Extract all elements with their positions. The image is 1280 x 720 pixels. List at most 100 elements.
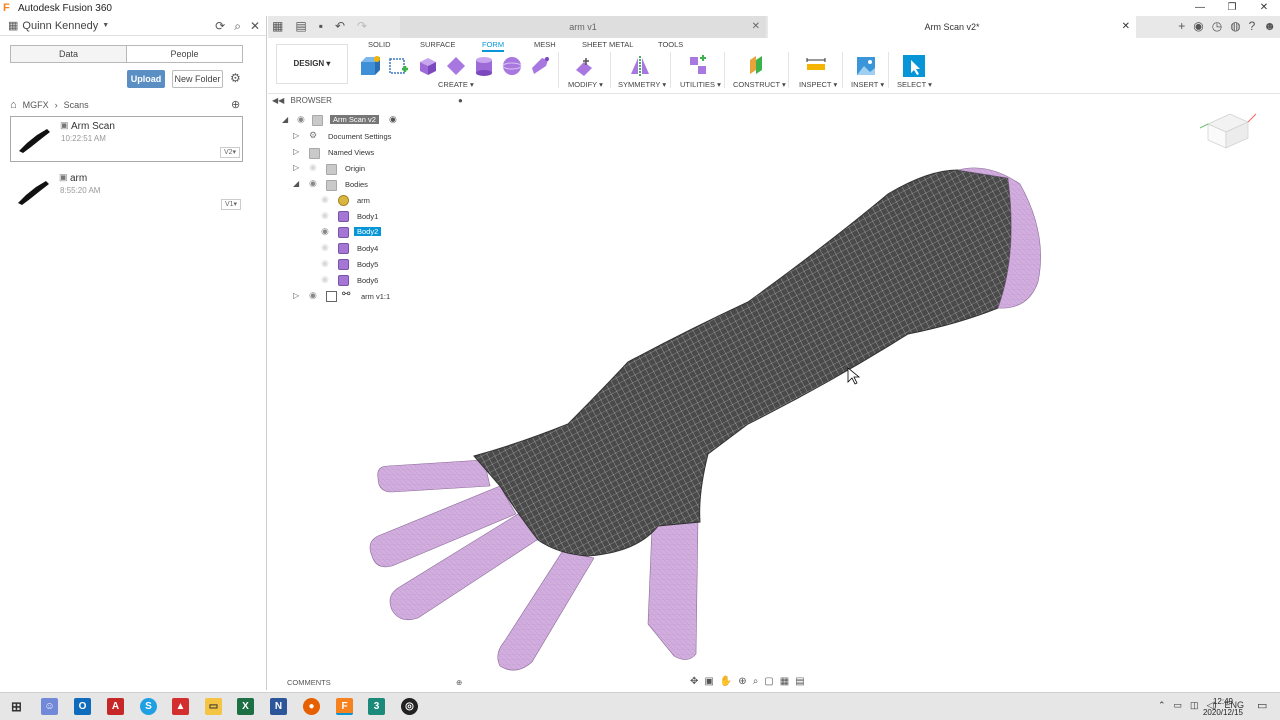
zoom-icon[interactable]: ⌕ [753, 676, 759, 687]
document-settings-item[interactable]: Document Settings [328, 132, 391, 141]
close-icon[interactable]: ✕ [1248, 0, 1280, 16]
expand-icon[interactable]: ▷ [293, 131, 299, 140]
root-component[interactable]: Arm Scan v2 [330, 115, 379, 124]
origin-item[interactable]: Origin [345, 164, 365, 173]
tab-arm-v1[interactable]: arm v1 ✕ [400, 16, 766, 38]
bodies-item[interactable]: Bodies [345, 180, 368, 189]
look-at-icon[interactable]: ▣ [704, 676, 713, 687]
outlook-icon[interactable]: O [74, 698, 91, 715]
wifi-icon[interactable]: ◫ [1190, 700, 1199, 711]
visibility-icon[interactable]: ◉ [321, 194, 329, 205]
select-menu[interactable]: SELECT ▾ [897, 80, 932, 89]
version-badge[interactable]: V2▾ [220, 147, 240, 158]
utilities-menu[interactable]: UTILITIES ▾ [680, 80, 721, 89]
restore-icon[interactable]: ❐ [1216, 0, 1248, 16]
job-status-icon[interactable]: ◷ [1212, 19, 1222, 33]
grid-settings-icon[interactable]: ▦ [780, 676, 789, 687]
tab-data[interactable]: Data [11, 46, 127, 62]
expand-icon[interactable]: ▷ [293, 147, 299, 156]
chevron-down-icon[interactable]: ▼ [102, 22, 109, 29]
gear-icon[interactable]: ⚙ [230, 71, 241, 85]
collapse-icon[interactable]: ◀◀ [272, 96, 284, 105]
cylinder-icon[interactable] [472, 54, 496, 78]
repair-body-icon[interactable] [686, 54, 710, 78]
new-folder-button[interactable]: New Folder [172, 70, 223, 88]
close-panel-icon[interactable]: ✕ [250, 19, 260, 34]
measure-icon[interactable] [804, 54, 828, 78]
fusion-360-icon[interactable]: F [336, 698, 353, 715]
visibility-icon[interactable]: ◉ [309, 178, 317, 189]
tab-sheet-metal[interactable]: SHEET METAL [582, 40, 633, 49]
discord-icon[interactable]: ☺ [41, 698, 58, 715]
firefox-icon[interactable]: ● [303, 698, 320, 715]
expand-icon[interactable]: ▷ [293, 291, 299, 300]
select-icon[interactable] [902, 54, 926, 78]
mirror-icon[interactable] [628, 54, 652, 78]
collapse-icon[interactable]: ◢ [293, 179, 299, 188]
display-settings-icon[interactable]: ▢ [764, 676, 773, 687]
save-icon[interactable]: ▪ [319, 19, 323, 33]
pan-icon[interactable]: ✋ [720, 676, 732, 687]
body-item[interactable]: Body6 [357, 276, 378, 285]
close-tab-icon[interactable]: ✕ [1122, 16, 1130, 38]
extensions-icon[interactable]: ◉ [1193, 19, 1203, 33]
upload-button[interactable]: Upload [127, 70, 165, 88]
tab-surface[interactable]: SURFACE [420, 40, 455, 49]
notification-icon[interactable]: ◍ [1230, 19, 1240, 33]
3d-viewport[interactable] [268, 94, 1280, 690]
inspect-menu[interactable]: INSPECT ▾ [799, 80, 837, 89]
new-project-icon[interactable]: ⊕ [231, 98, 240, 111]
workspace-switcher[interactable]: DESIGN ▾ [276, 44, 348, 84]
file-card-arm-scan[interactable]: ▣ Arm Scan 10:22:51 AM V2▾ [10, 116, 243, 162]
close-tab-icon[interactable]: ✕ [752, 16, 760, 38]
visibility-icon[interactable]: ◉ [321, 258, 329, 269]
visibility-icon[interactable]: ◉ [309, 162, 317, 173]
tab-form[interactable]: FORM [482, 40, 505, 52]
body-item[interactable]: arm [357, 196, 370, 205]
named-views-item[interactable]: Named Views [328, 148, 374, 157]
network-icon[interactable]: ▭ [1174, 700, 1183, 711]
edit-form-icon[interactable] [572, 54, 596, 78]
collapse-root-icon[interactable]: ◢ [282, 115, 288, 124]
skype-icon[interactable]: S [140, 698, 157, 715]
autocad-icon[interactable]: A [107, 698, 124, 715]
visibility-icon[interactable]: ◉ [297, 114, 305, 125]
box-icon[interactable] [416, 54, 440, 78]
home-icon[interactable]: ⌂ [10, 99, 17, 111]
visibility-icon[interactable]: ◉ [321, 274, 329, 285]
windows-start-icon[interactable]: ⊞ [8, 698, 25, 715]
add-comment-icon[interactable]: ⊕ [456, 678, 462, 687]
tab-people[interactable]: People [127, 46, 242, 62]
notification-center-icon[interactable]: ▭ [1257, 699, 1267, 712]
sphere-icon[interactable] [500, 54, 524, 78]
help-icon[interactable]: ? [1249, 19, 1256, 33]
offset-plane-icon[interactable] [744, 54, 768, 78]
tab-tools[interactable]: TOOLS [658, 40, 683, 49]
grid-icon[interactable]: ▦ [272, 19, 283, 33]
file-explorer-icon[interactable]: ▭ [205, 698, 222, 715]
obs-icon[interactable]: ◎ [401, 698, 418, 715]
create-form-icon[interactable] [358, 54, 382, 78]
visibility-icon[interactable]: ◉ [309, 290, 317, 301]
viewports-icon[interactable]: ▤ [795, 676, 804, 687]
file-menu-icon[interactable]: ▤ [295, 19, 306, 33]
orbit-icon[interactable]: ✥ [690, 676, 698, 687]
linked-component-item[interactable]: arm v1:1 [361, 292, 390, 301]
chevron-up-icon[interactable]: ⌃ [1158, 700, 1166, 711]
new-tab-icon[interactable]: + [1178, 19, 1185, 33]
avatar[interactable]: ☻ [1263, 19, 1276, 33]
modify-menu[interactable]: MODIFY ▾ [568, 80, 603, 89]
3ds-max-icon[interactable]: 3 [368, 698, 385, 715]
visibility-icon[interactable]: ◉ [321, 210, 329, 221]
tab-solid[interactable]: SOLID [368, 40, 391, 49]
construct-menu[interactable]: CONSTRUCT ▾ [733, 80, 786, 89]
comments-panel[interactable]: COMMENTS ⊕ [287, 678, 462, 687]
breadcrumb-mgfx[interactable]: MGFX [23, 100, 49, 110]
redo-icon[interactable]: ↷ [357, 19, 367, 33]
excel-icon[interactable]: X [237, 698, 254, 715]
refresh-icon[interactable]: ⟳ [215, 19, 225, 34]
expand-icon[interactable]: ▷ [293, 163, 299, 172]
symmetry-menu[interactable]: SYMMETRY ▾ [618, 80, 666, 89]
sketch-icon[interactable] [387, 54, 411, 78]
clock[interactable]: 12:49 2020/12/15 [1200, 696, 1246, 718]
